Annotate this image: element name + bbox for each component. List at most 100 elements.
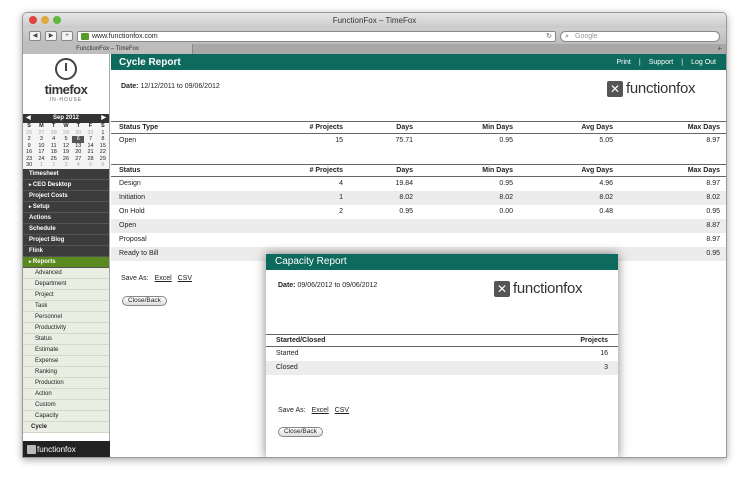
minimize-window-button[interactable] xyxy=(41,16,49,24)
sidebar-item-reports[interactable]: Reports xyxy=(23,256,109,268)
column-header: Projects xyxy=(474,334,618,347)
sidebar-subitem-project[interactable]: Project xyxy=(23,289,109,301)
excel-link[interactable]: Excel xyxy=(155,275,172,282)
brand-text: functionfox xyxy=(626,80,696,97)
sidebar-item-timesheet[interactable]: Timesheet xyxy=(23,168,109,180)
zoom-window-button[interactable] xyxy=(53,16,61,24)
table-cell: 0.95 xyxy=(499,137,513,145)
save-as: Save As: Excel CSV xyxy=(121,275,192,282)
timefox-logo[interactable]: timefox IN-HOUSE xyxy=(23,54,109,114)
dialog-brand-text: functionfox xyxy=(513,280,583,297)
clock-icon xyxy=(55,58,77,80)
sidebar-subitem-action[interactable]: Action xyxy=(23,388,109,400)
table-cell: 0.95 xyxy=(706,208,720,215)
table-cell: 8.02 xyxy=(351,190,421,205)
sidebar-subitem-estimate[interactable]: Estimate xyxy=(23,344,109,356)
table-cell: 15 xyxy=(335,137,343,145)
search-input[interactable]: ⌕ Google xyxy=(560,30,720,42)
sidebar-item-ceo-desktop[interactable]: CEO Desktop xyxy=(23,179,109,191)
sidebar-subitem-productivity[interactable]: Productivity xyxy=(23,322,109,334)
table-cell: Started xyxy=(276,350,299,358)
title-bar: FunctionFox – TimeFox xyxy=(23,13,726,28)
tab-bar: FunctionFox – TimeFox + xyxy=(23,44,726,54)
print-link[interactable]: Print xyxy=(616,59,630,66)
sidebar-subitem-status[interactable]: Status xyxy=(23,333,109,345)
table-cell: 8.02 xyxy=(421,190,521,205)
url-text: www.functionfox.com xyxy=(92,32,158,40)
next-month-icon[interactable]: ▶ xyxy=(101,114,106,123)
site-favicon-icon xyxy=(81,32,89,40)
sidebar-subitem-expense[interactable]: Expense xyxy=(23,355,109,367)
logout-link[interactable]: Log Out xyxy=(691,59,716,66)
table-cell: 5.05 xyxy=(599,137,613,145)
page-content: timefox IN-HOUSE ◀ Sep 2012 ▶ S M T W T F S 26 2… xyxy=(23,54,726,457)
table-cell: 0.48 xyxy=(599,208,613,215)
sidebar-subitem-ranking[interactable]: Ranking xyxy=(23,366,109,378)
sidebar-subitem-production[interactable]: Production xyxy=(23,377,109,389)
table-cell: Ready to Bill xyxy=(111,246,261,261)
table-cell: 75.71 xyxy=(395,137,413,145)
sidebar-subitem-department[interactable]: Department xyxy=(23,278,109,290)
sidebar-subitem-task[interactable]: Task xyxy=(23,300,109,312)
table-row: On Hold 2 0.95 0.00 0.48 0.95 xyxy=(111,205,726,219)
table-cell xyxy=(421,218,521,233)
calendar-day[interactable]: 6 xyxy=(97,162,109,169)
reload-icon[interactable]: ↻ xyxy=(546,32,552,41)
table-row: Design 4 19.84 0.95 4.96 8.97 xyxy=(111,177,726,191)
sidebar-subitem-personnel[interactable]: Personnel xyxy=(23,311,109,323)
table-cell xyxy=(351,218,421,233)
sidebar: timefox IN-HOUSE ◀ Sep 2012 ▶ S M T W T F S 26 2… xyxy=(23,54,110,457)
calendar-day[interactable]: 2 xyxy=(48,162,60,169)
calendar-grid: S M T W T F S 26 27 28 29 30 31 1 2 3 4 5 6 7 8 9 10 11 12 13 14 15… xyxy=(23,123,109,169)
calendar-day[interactable]: 3 xyxy=(60,162,72,169)
table-cell: On Hold xyxy=(119,208,145,215)
table-cell: 16 xyxy=(600,350,608,358)
table-cell: 8.97 xyxy=(706,236,720,243)
sidebar-item-setup[interactable]: Setup xyxy=(23,201,109,213)
sidebar-subitem-capacity[interactable]: Capacity xyxy=(23,410,109,422)
new-tab-icon[interactable]: + xyxy=(717,44,722,54)
sidebar-item-project-blog[interactable]: Project Blog xyxy=(23,234,109,246)
dialog-excel-link[interactable]: Excel xyxy=(312,407,329,414)
dialog-csv-link[interactable]: CSV xyxy=(335,407,349,414)
column-header: # Projects xyxy=(261,121,351,134)
csv-link[interactable]: CSV xyxy=(178,275,192,282)
dialog-close-back-button[interactable]: Close/Back xyxy=(278,427,323,437)
table-cell: 4 xyxy=(339,180,343,188)
link-separator: | xyxy=(638,58,641,66)
calendar-day[interactable]: 1 xyxy=(35,162,47,169)
table-cell xyxy=(521,218,621,233)
browser-window: FunctionFox – TimeFox ◀ ▶ + www.function… xyxy=(22,12,727,458)
column-header: Avg Days xyxy=(521,121,621,134)
search-placeholder: Google xyxy=(575,32,598,40)
table-cell: 8.97 xyxy=(706,137,720,145)
address-bar[interactable]: www.functionfox.com ↻ xyxy=(77,30,556,42)
sidebar-item-project-costs[interactable]: Project Costs xyxy=(23,190,109,202)
link-separator: | xyxy=(681,58,684,66)
tab-timefox[interactable]: FunctionFox – TimeFox xyxy=(23,44,193,54)
date-label: Date: xyxy=(121,83,139,90)
sidebar-item-flink[interactable]: Flink xyxy=(23,245,109,257)
table-cell: Open xyxy=(111,218,261,233)
sidebar-item-actions[interactable]: Actions xyxy=(23,212,109,224)
sidebar-subitem-advanced[interactable]: Advanced xyxy=(23,267,109,279)
close-window-button[interactable] xyxy=(29,16,37,24)
sidebar-item-schedule[interactable]: Schedule xyxy=(23,223,109,235)
add-bookmark-button[interactable]: + xyxy=(61,31,73,41)
close-back-button[interactable]: Close/Back xyxy=(122,296,167,306)
back-button[interactable]: ◀ xyxy=(29,31,41,41)
prev-month-icon[interactable]: ◀ xyxy=(26,114,31,123)
support-link[interactable]: Support xyxy=(649,59,674,66)
table-cell: 3 xyxy=(474,360,618,375)
table-cell xyxy=(351,233,421,247)
forward-button[interactable]: ▶ xyxy=(45,31,57,41)
calendar-day[interactable]: 4 xyxy=(72,162,84,169)
column-header: Min Days xyxy=(421,121,521,134)
calendar-day[interactable]: 5 xyxy=(84,162,96,169)
sidebar-subitem-cycle[interactable]: Cycle xyxy=(23,421,109,433)
dialog-date-value: 09/06/2012 to 09/06/2012 xyxy=(297,282,378,289)
calendar-day[interactable]: 30 xyxy=(23,162,35,169)
sidebar-subitem-custom[interactable]: Custom xyxy=(23,399,109,411)
table-cell: Design xyxy=(119,180,141,188)
functionfox-icon xyxy=(27,445,36,454)
